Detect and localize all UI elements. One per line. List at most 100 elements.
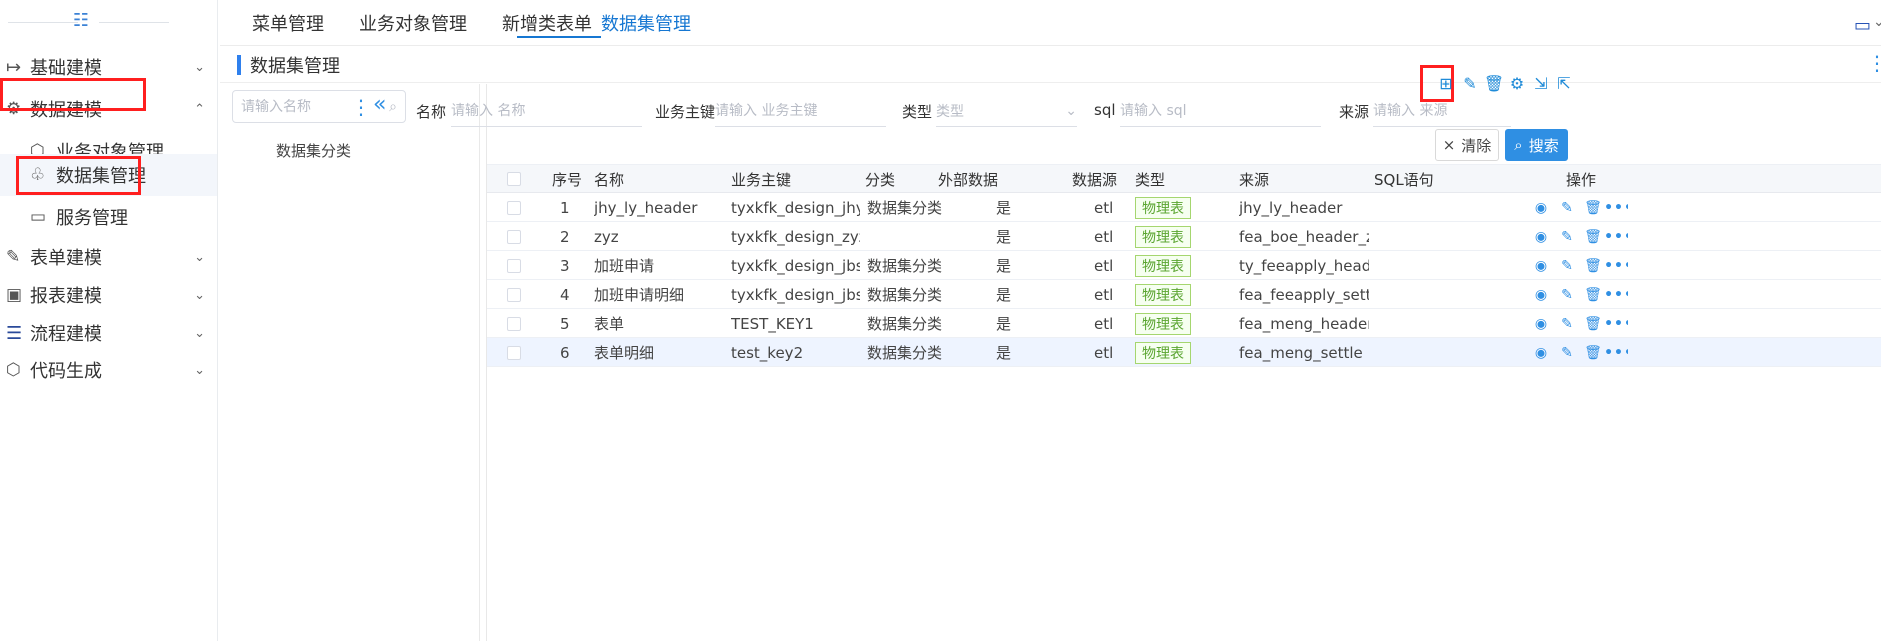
filter-sql-input[interactable]: [1120, 95, 1321, 127]
row-index: 1: [560, 198, 570, 217]
row-datasource: etl: [1094, 343, 1114, 362]
sidebar-item-label: 表单建模: [30, 248, 102, 269]
report-icon: ▣: [6, 285, 23, 305]
row-index: 4: [560, 285, 570, 304]
tree-search-input[interactable]: [241, 98, 366, 115]
edit-icon[interactable]: ✎: [1558, 257, 1576, 275]
view-icon[interactable]: ◉: [1532, 228, 1550, 246]
filter-key-label: 业务主键: [655, 103, 716, 121]
sidebar-item-report-modeling[interactable]: ▣ 报表建模 ⌄: [0, 274, 217, 316]
view-icon[interactable]: ◉: [1532, 344, 1550, 362]
export-icon[interactable]: ⇱: [1555, 75, 1573, 93]
delete-icon[interactable]: 🗑: [1584, 315, 1602, 333]
row-checkbox[interactable]: [507, 193, 521, 222]
row-checkbox[interactable]: [507, 338, 521, 367]
filter-name-input[interactable]: [451, 95, 642, 127]
table-row[interactable]: 3 加班申请 tyxkfk_design_jbsq 数据集分类 是 etl 物理…: [487, 251, 1881, 280]
tree-more-icon[interactable]: ⋮: [351, 95, 371, 119]
monitor-icon[interactable]: ▭: [1854, 15, 1871, 36]
sidebar-item-flow-modeling[interactable]: ☰ 流程建模 ⌄: [0, 312, 217, 354]
row-datasource: etl: [1094, 256, 1114, 275]
filter-source-input[interactable]: [1373, 95, 1511, 127]
dataset-management-highlight: [16, 156, 141, 195]
row-source: fea_boe_header_zyz: [1239, 227, 1369, 246]
search-icon[interactable]: ⌕: [389, 99, 397, 115]
table-row[interactable]: 4 加班申请明细 tyxkfk_design_jbsqmx 数据集分类 是 et…: [487, 280, 1881, 309]
select-all-checkbox[interactable]: [507, 165, 521, 193]
more-horizontal-icon[interactable]: •••: [1604, 315, 1628, 333]
row-datasource: etl: [1094, 314, 1114, 333]
row-sql: [1374, 251, 1554, 280]
view-icon[interactable]: ◉: [1532, 199, 1550, 217]
delete-icon[interactable]: 🗑: [1584, 286, 1602, 304]
row-actions: ◉ ✎ 🗑 •••: [1532, 193, 1628, 222]
table-row[interactable]: 2 zyz tyxkfk_design_zyz 是 etl 物理表 fea_bo…: [487, 222, 1881, 251]
search-button[interactable]: ⌕ 搜索: [1505, 129, 1568, 161]
edit-icon: ✎: [6, 247, 21, 267]
tab-menu-management[interactable]: 菜单管理: [252, 0, 324, 46]
row-sql: [1374, 309, 1554, 338]
row-datasource: etl: [1094, 285, 1114, 304]
tab-business-object-management[interactable]: 业务对象管理: [359, 0, 467, 46]
row-actions: ◉ ✎ 🗑 •••: [1532, 338, 1628, 367]
sidebar: ☷ ↦ 基础建模 ⌄ ⚙ 数据建模 ⌃ ⬡ 业务对象管理 ♧ 数据集管理 ▭ 服…: [0, 0, 218, 641]
sidebar-item-code-generation[interactable]: ⬡ 代码生成 ⌄: [0, 349, 217, 391]
sidebar-divider-right: [99, 22, 169, 23]
edit-icon[interactable]: ✎: [1558, 286, 1576, 304]
search-button-label: 搜索: [1528, 136, 1559, 155]
row-source: fea_meng_settle: [1239, 343, 1363, 362]
row-name: 表单: [594, 315, 625, 333]
delete-icon[interactable]: 🗑: [1584, 257, 1602, 275]
row-category: 数据集分类: [867, 257, 943, 275]
row-checkbox[interactable]: [507, 309, 521, 338]
page-title: 数据集管理: [250, 56, 340, 77]
tab-dataset-management[interactable]: 数据集管理: [601, 0, 691, 46]
add-icon[interactable]: ⊞: [1437, 75, 1455, 93]
sidebar-item-label: 流程建模: [30, 324, 102, 345]
edit-icon[interactable]: ✎: [1558, 344, 1576, 362]
tree-node-dataset-category[interactable]: 数据集分类: [276, 140, 351, 161]
row-checkbox[interactable]: [507, 251, 521, 280]
import-icon[interactable]: ⇲: [1532, 75, 1550, 93]
sidebar-item-form-modeling[interactable]: ✎ 表单建模 ⌄: [0, 236, 217, 278]
more-horizontal-icon[interactable]: •••: [1604, 344, 1628, 362]
delete-icon[interactable]: 🗑: [1584, 344, 1602, 362]
more-horizontal-icon[interactable]: •••: [1604, 228, 1628, 246]
tree-panel: ⌕ ⋮ « 数据集分类: [228, 84, 480, 641]
delete-icon[interactable]: 🗑: [1584, 228, 1602, 246]
delete-icon[interactable]: 🗑: [1584, 199, 1602, 217]
more-horizontal-icon[interactable]: •••: [1604, 257, 1628, 275]
filter-key-input[interactable]: [715, 95, 886, 127]
sidebar-subitem-service-management[interactable]: ▭ 服务管理: [0, 196, 217, 238]
row-key: TEST_KEY1: [731, 314, 814, 333]
settings-icon[interactable]: ⚙: [1508, 75, 1526, 93]
row-name: 加班申请明细: [594, 286, 685, 304]
delete-icon[interactable]: 🗑: [1484, 75, 1504, 93]
more-horizontal-icon[interactable]: •••: [1604, 286, 1628, 304]
menu-toggle-icon[interactable]: ☷: [72, 9, 90, 31]
view-icon[interactable]: ◉: [1532, 257, 1550, 275]
clear-button[interactable]: × 清除: [1435, 129, 1499, 161]
edit-icon[interactable]: ✎: [1558, 199, 1576, 217]
row-actions: ◉ ✎ 🗑 •••: [1532, 251, 1628, 280]
row-name: zyz: [594, 227, 619, 246]
table-row[interactable]: 6 表单明细 test_key2 数据集分类 是 etl 物理表 fea_men…: [487, 338, 1881, 367]
edit-icon[interactable]: ✎: [1558, 315, 1576, 333]
table-row[interactable]: 5 表单 TEST_KEY1 数据集分类 是 etl 物理表 fea_meng_…: [487, 309, 1881, 338]
tab-new-form[interactable]: 新增类表单: [502, 0, 592, 46]
chevron-down-icon[interactable]: ⌄: [1873, 14, 1881, 30]
row-checkbox[interactable]: [507, 280, 521, 309]
row-category: 数据集分类: [867, 344, 943, 362]
view-icon[interactable]: ◉: [1532, 315, 1550, 333]
collapse-icon[interactable]: «: [373, 92, 386, 117]
row-checkbox[interactable]: [507, 222, 521, 251]
more-horizontal-icon[interactable]: •••: [1604, 199, 1628, 217]
filter-type-select[interactable]: 类型 ⌄: [936, 95, 1077, 127]
more-vertical-icon[interactable]: ⋮: [1867, 51, 1881, 75]
view-icon[interactable]: ◉: [1532, 286, 1550, 304]
top-tab-bar: 菜单管理 业务对象管理 新增类表单 数据集管理 ▭ ⌄: [220, 0, 1881, 46]
edit-icon[interactable]: ✎: [1461, 75, 1479, 93]
table-row[interactable]: 1 jhy_ly_header tyxkfk_design_jhy_l... 数…: [487, 193, 1881, 222]
edit-icon[interactable]: ✎: [1558, 228, 1576, 246]
column-header-key: 业务主键: [731, 170, 792, 189]
